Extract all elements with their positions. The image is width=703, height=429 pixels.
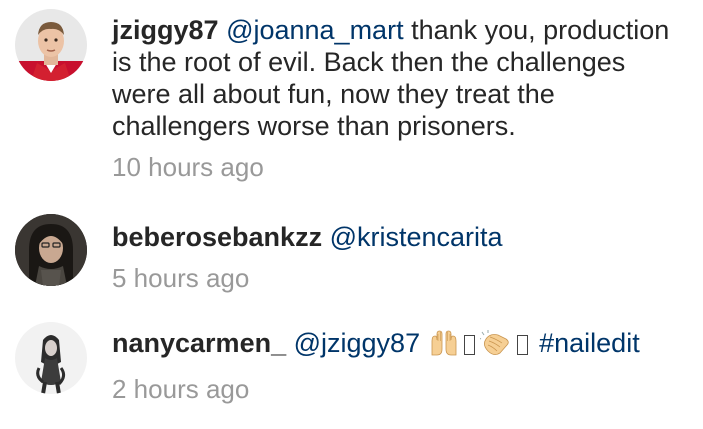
comment-username[interactable]: nanycarmen_ [112,328,286,358]
avatar-nanycarmen[interactable] [15,322,87,394]
clapping-hands-emoji [478,329,512,364]
comment-timestamp: 5 hours ago [112,263,250,293]
avatar-image [15,322,87,394]
comment-list: jziggy87 @joanna_mart thank you, product… [0,0,703,429]
raising-hands-emoji [429,329,459,364]
comment-username[interactable]: beberosebankzz [112,222,322,252]
comment-mention[interactable]: @kristencarita [330,222,503,252]
avatar-jziggy87[interactable] [15,9,87,81]
comment-timestamp: 2 hours ago [112,374,250,404]
comment-timestamp: 10 hours ago [112,152,264,182]
avatar-image [15,9,87,81]
comment-body: nanycarmen_ @jziggy87 #nailedit 2 hours … [112,327,687,404]
comment-username[interactable]: jziggy87 [112,15,219,45]
comment-mention[interactable]: @jziggy87 [294,328,420,358]
avatar-beberosebankzz[interactable] [15,214,87,286]
missing-glyph-box [516,335,528,355]
comment-body: jziggy87 @joanna_mart thank you, product… [112,14,687,182]
avatar-image [15,214,87,286]
missing-glyph-box [463,335,475,355]
comment-body: beberosebankzz @kristencarita 5 hours ag… [112,221,687,293]
comment-hashtag[interactable]: #nailedit [539,328,640,358]
comment-mention[interactable]: @joanna_mart [226,15,404,45]
